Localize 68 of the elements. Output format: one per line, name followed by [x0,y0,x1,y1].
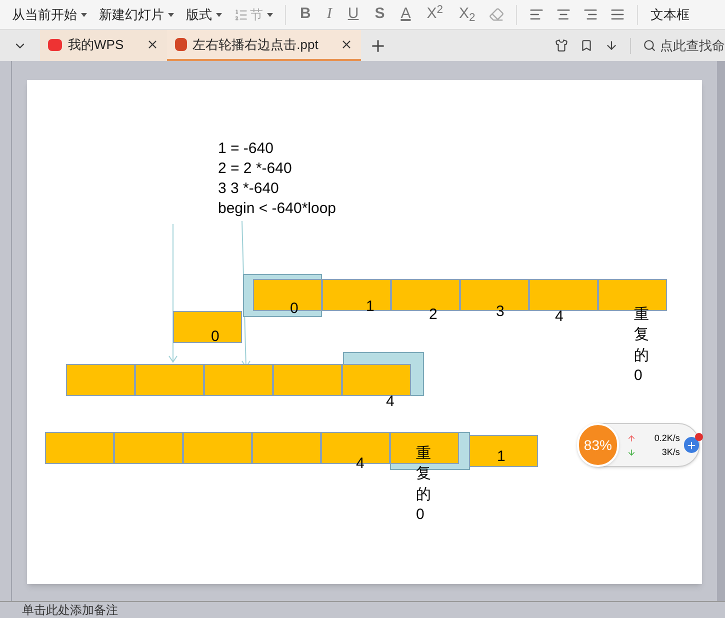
command-search-field[interactable]: 点此查找命 [643,36,725,56]
document-tab[interactable]: 我的WPS [40,30,167,61]
caret-icon [81,12,87,16]
slide-block [529,279,598,311]
caret-icon [168,12,174,16]
block-label: 4 [386,394,394,409]
download-speed: 3K/s [660,446,680,459]
ribbon-menu[interactable]: 新建幻灯片 [99,4,174,24]
document-tab[interactable]: 左右轮播右边点击.ppt [166,30,362,61]
format-button[interactable]: I [324,3,334,26]
search-placeholder: 点此查找命 [660,36,725,55]
download-icon[interactable] [605,39,618,52]
close-icon[interactable] [340,38,354,51]
format-button[interactable]: A [398,3,413,26]
search-icon [643,39,656,52]
slide-block [204,364,273,396]
upload-arrow-icon [626,434,636,442]
caret-icon [267,12,273,16]
code-text: begin < -640*loop [218,199,336,219]
slide-block [114,432,183,464]
slide-block [322,279,391,311]
align-center-icon[interactable] [556,7,572,22]
vertical-scrollbar[interactable] [717,61,725,601]
ribbon-menu[interactable]: 版式 [186,4,222,24]
code-text: 3 3 *-640 [218,179,280,199]
notes-placeholder: 单击此处添加备注 [22,604,118,616]
slide-block [273,364,342,396]
notes-pane[interactable]: 单击此处添加备注 [0,601,725,618]
align-left-icon[interactable] [529,7,544,22]
block-label: 重复的0 [416,444,431,525]
block-label: 1 [497,449,506,464]
format-button[interactable]: X$^{2}$ [424,3,445,26]
slide-block [469,435,538,467]
tab-label: 我的WPS [68,36,124,54]
slide-block [390,432,459,464]
format-button[interactable]: X$_{2}$ [457,3,478,26]
slide-block [66,364,135,396]
format-button[interactable]: B [298,3,313,26]
memory-percent-badge: 83% [577,423,619,467]
numbered-list-icon [234,8,248,22]
slide-block [173,311,242,343]
plus-icon [686,440,697,450]
code-text: 1 = -640 [218,139,274,159]
close-icon[interactable] [146,38,159,51]
wps-logo-icon [48,38,62,50]
tab-label: 左右轮播右边点击.ppt [192,36,318,54]
block-label: 2 [429,307,438,322]
download-arrow-icon [626,448,636,456]
justify-icon[interactable] [610,7,626,22]
slide-block [183,432,252,464]
format-button[interactable]: U [346,3,361,26]
slide-block [45,432,114,464]
code-text: 2 = 2 *-640 [218,159,293,179]
align-right-icon[interactable] [583,7,598,22]
block-label: 重复的0 [634,305,649,386]
slide-block [252,432,321,464]
ribbon-menu[interactable]: 从当前开始 [12,4,87,24]
block-label: 4 [555,309,564,324]
format-button[interactable]: S [372,3,387,26]
slide-block [135,364,204,396]
upload-speed: 0.2K/s [653,432,680,445]
bookmark-icon[interactable] [580,39,593,52]
textbox-button[interactable]: 文本框 [650,4,690,24]
caret-icon [216,12,222,16]
slides-file-icon [174,38,187,51]
slide-block [342,364,411,396]
skin-icon[interactable] [555,39,568,52]
block-label: 0 [211,329,220,344]
